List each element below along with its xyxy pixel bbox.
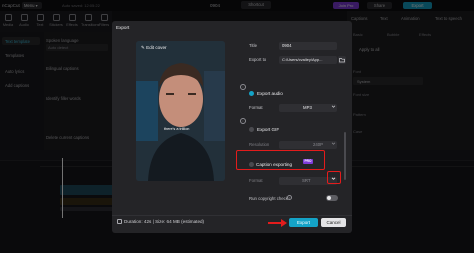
- export-gif-label: Export GIF: [257, 127, 280, 132]
- info-icon[interactable]: i: [240, 84, 246, 90]
- export-audio-label: Export audio: [257, 91, 283, 96]
- audio-format-label: Format: [249, 105, 263, 110]
- folder-button[interactable]: [338, 56, 346, 64]
- export-dialog: Export ✎ Edit cover there's a trillion T…: [112, 21, 352, 233]
- pencil-icon: ✎: [141, 45, 145, 50]
- caption-format-label: Format: [249, 178, 263, 183]
- copyright-check-label: Run copyright check: [249, 196, 288, 201]
- edit-cover-label: Edit cover: [146, 45, 167, 50]
- export-gif-checkbox[interactable]: [249, 127, 254, 132]
- dialog-title: Export: [116, 25, 130, 30]
- title-input[interactable]: 0904: [279, 42, 337, 50]
- chevron-down-icon[interactable]: [331, 176, 336, 181]
- duration-size-info: Duration: 42s | Size: 64 MB (estimated): [124, 219, 205, 224]
- export-button[interactable]: Export: [289, 218, 318, 227]
- dialog-footer-divider: [112, 215, 352, 216]
- chevron-down-icon[interactable]: [331, 141, 336, 146]
- caption-highlight-box: [236, 150, 325, 170]
- chevron-down-icon[interactable]: [331, 104, 336, 109]
- cover-image: [136, 41, 225, 181]
- film-icon: [117, 219, 122, 224]
- dialog-scrollbar[interactable]: [344, 132, 346, 180]
- gif-resolution-select[interactable]: 240P: [279, 141, 337, 149]
- export-audio-checkbox[interactable]: [249, 91, 254, 96]
- info-icon[interactable]: i: [240, 118, 246, 124]
- cover-caption: there's a trillion: [164, 127, 190, 131]
- audio-format-select[interactable]: MP3: [279, 104, 337, 112]
- title-label: Title: [249, 43, 257, 48]
- info-icon[interactable]: ?: [287, 195, 292, 200]
- edit-cover-button[interactable]: ✎ Edit cover: [141, 45, 167, 51]
- export-to-input[interactable]: C:/Users/cvalley/App...: [279, 56, 337, 64]
- cancel-button[interactable]: Cancel: [321, 218, 346, 227]
- export-to-label: Export to: [249, 57, 267, 62]
- gif-resolution-label: Resolution: [249, 142, 270, 147]
- folder-icon: [339, 58, 345, 63]
- cover-thumbnail[interactable]: [136, 41, 225, 181]
- arrow-head-icon: [281, 219, 287, 227]
- toggle-knob: [327, 196, 331, 200]
